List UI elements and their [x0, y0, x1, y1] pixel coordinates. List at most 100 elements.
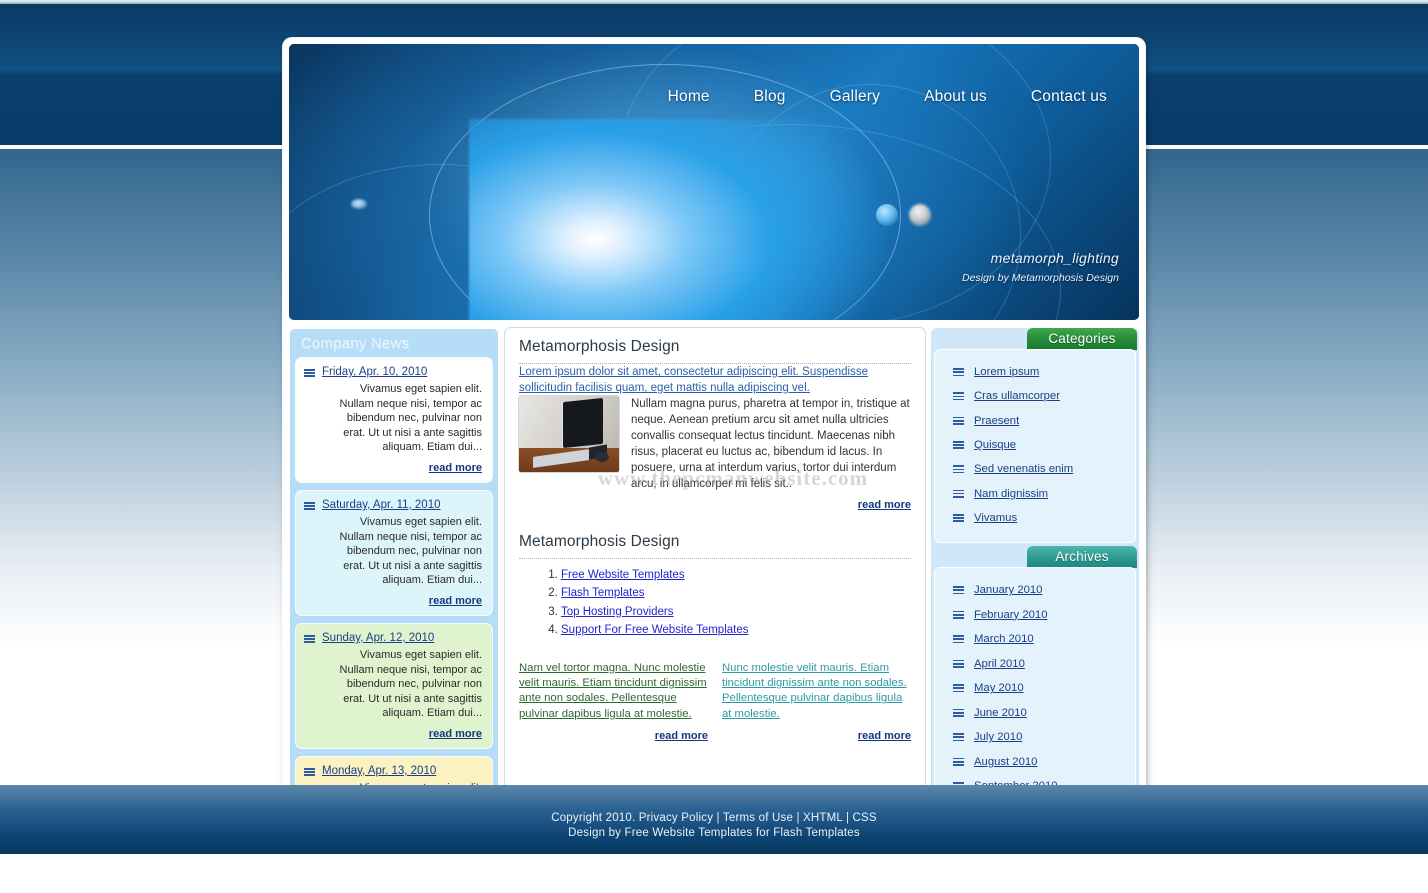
list-item[interactable]: Lorem ipsum: [935, 360, 1135, 384]
news-item[interactable]: Friday, Apr. 10, 2010 Vivamus eget sapie…: [296, 358, 492, 482]
list-item[interactable]: Free Website Templates: [561, 568, 911, 583]
news-item-body: Vivamus eget sapien elit. Nullam neque n…: [339, 515, 482, 587]
news-read-more-link[interactable]: read more: [304, 462, 482, 474]
category-link[interactable]: Quisque: [974, 439, 1016, 451]
links-block-title: Metamorphosis Design: [519, 533, 911, 559]
list-item[interactable]: Praesent: [935, 409, 1135, 433]
news-item-header: Saturday, Apr. 11, 2010: [304, 499, 482, 511]
list-bullet-icon: [953, 368, 964, 377]
category-link[interactable]: Nam dignissim: [974, 488, 1048, 500]
news-item-header: Sunday, Apr. 12, 2010: [304, 632, 482, 644]
nav-item-gallery[interactable]: Gallery: [824, 84, 887, 110]
article-title: Metamorphosis Design: [519, 338, 911, 364]
site-container: Home Blog Gallery About us Contact us me…: [283, 38, 1145, 881]
archive-link[interactable]: April 2010: [974, 658, 1025, 670]
site-footer: Copyright 2010. Privacy Policy | Terms o…: [0, 785, 1428, 854]
list-item[interactable]: Top Hosting Providers: [561, 605, 911, 620]
list-item[interactable]: Vivamus: [935, 506, 1135, 530]
resource-link[interactable]: Flash Templates: [561, 587, 645, 599]
archive-link[interactable]: May 2010: [974, 682, 1024, 694]
resource-link[interactable]: Free Website Templates: [561, 569, 685, 581]
list-item[interactable]: July 2010: [935, 725, 1135, 750]
bottom-left-read-more-link[interactable]: read more: [519, 729, 708, 744]
news-item-date[interactable]: Monday, Apr. 13, 2010: [322, 765, 436, 777]
list-bullet-icon: [953, 610, 964, 619]
header-banner: Home Blog Gallery About us Contact us me…: [289, 44, 1139, 320]
nav-link-about-us[interactable]: About us: [918, 84, 993, 110]
category-link[interactable]: Sed venenatis enim: [974, 463, 1073, 475]
nav-link-contact-us[interactable]: Contact us: [1025, 84, 1113, 110]
bottom-column-right-text: Nunc molestie velit mauris. Etiam tincid…: [722, 661, 907, 720]
news-item-date[interactable]: Sunday, Apr. 12, 2010: [322, 632, 434, 644]
news-item[interactable]: Saturday, Apr. 11, 2010 Vivamus eget sap…: [296, 490, 492, 615]
resource-link[interactable]: Support For Free Website Templates: [561, 624, 749, 636]
article-read-more-link[interactable]: read more: [519, 499, 911, 511]
list-item[interactable]: April 2010: [935, 652, 1135, 677]
main-content: Metamorphosis Design Lorem ipsum dolor s…: [505, 328, 925, 797]
list-item[interactable]: Flash Templates: [561, 586, 911, 601]
archive-link[interactable]: February 2010: [974, 609, 1047, 621]
sidebar-right: Categories Lorem ipsum Cras ullamcorper …: [931, 328, 1139, 797]
categories-heading-tab: Categories: [1027, 328, 1137, 350]
news-read-more-link[interactable]: read more: [304, 595, 482, 607]
bottom-column-right: Nunc molestie velit mauris. Etiam tincid…: [722, 661, 911, 745]
list-item[interactable]: January 2010: [935, 578, 1135, 603]
news-item[interactable]: Sunday, Apr. 12, 2010 Vivamus eget sapie…: [296, 623, 492, 748]
list-item[interactable]: Nam dignissim: [935, 481, 1135, 505]
nav-list: Home Blog Gallery About us Contact us: [289, 84, 1139, 110]
list-item[interactable]: Sed venenatis enim: [935, 457, 1135, 481]
news-item-date[interactable]: Friday, Apr. 10, 2010: [322, 366, 427, 378]
site-brand: metamorph_lighting Design by Metamorphos…: [962, 250, 1119, 284]
list-item[interactable]: Support For Free Website Templates: [561, 623, 911, 638]
nav-link-blog[interactable]: Blog: [748, 84, 792, 110]
category-link[interactable]: Praesent: [974, 415, 1019, 427]
news-read-more-link[interactable]: read more: [304, 728, 482, 740]
nav-link-home[interactable]: Home: [662, 84, 716, 110]
main-navigation[interactable]: Home Blog Gallery About us Contact us: [289, 84, 1139, 120]
list-bullet-icon: [304, 767, 315, 776]
list-bullet-icon: [953, 659, 964, 668]
categories-panel: Lorem ipsum Cras ullamcorper Praesent Qu…: [935, 350, 1135, 542]
article-lead-link[interactable]: Lorem ipsum dolor sit amet, consectetur …: [519, 366, 868, 394]
list-item[interactable]: August 2010: [935, 750, 1135, 775]
resource-link[interactable]: Top Hosting Providers: [561, 606, 674, 618]
news-item-date[interactable]: Saturday, Apr. 11, 2010: [322, 499, 441, 511]
categories-list: Lorem ipsum Cras ullamcorper Praesent Qu…: [935, 350, 1135, 530]
list-item[interactable]: May 2010: [935, 676, 1135, 701]
list-item[interactable]: March 2010: [935, 627, 1135, 652]
list-item[interactable]: June 2010: [935, 701, 1135, 726]
nav-item-blog[interactable]: Blog: [748, 84, 792, 110]
page-top-hairline: [0, 0, 1428, 4]
category-link[interactable]: Vivamus: [974, 512, 1017, 524]
content-columns: Company News Friday, Apr. 10, 2010 Vivam…: [289, 328, 1139, 881]
category-link[interactable]: Lorem ipsum: [974, 366, 1039, 378]
news-item-header: Monday, Apr. 13, 2010: [304, 765, 482, 777]
nav-link-gallery[interactable]: Gallery: [824, 84, 887, 110]
list-bullet-icon: [953, 513, 964, 522]
list-item[interactable]: Cras ullamcorper: [935, 384, 1135, 408]
archive-link[interactable]: July 2010: [974, 731, 1022, 743]
banner-orb-grey: [909, 204, 931, 226]
archives-heading-tab: Archives: [1027, 546, 1137, 568]
company-news-heading: Company News: [301, 335, 410, 352]
archive-link[interactable]: March 2010: [974, 633, 1034, 645]
banner-orb-blue: [876, 204, 898, 226]
nav-item-home[interactable]: Home: [662, 84, 716, 110]
links-block: Metamorphosis Design Free Website Templa…: [505, 523, 925, 639]
nav-item-contact-us[interactable]: Contact us: [1025, 84, 1113, 110]
category-link[interactable]: Cras ullamcorper: [974, 390, 1060, 402]
archive-link[interactable]: January 2010: [974, 584, 1042, 596]
nav-item-about-us[interactable]: About us: [918, 84, 993, 110]
article-row: Nullam magna purus, pharetra at tempor i…: [519, 396, 911, 492]
list-bullet-icon: [953, 708, 964, 717]
list-item[interactable]: February 2010: [935, 603, 1135, 628]
article-block: Metamorphosis Design Lorem ipsum dolor s…: [505, 328, 925, 511]
list-bullet-icon: [953, 757, 964, 766]
archive-link[interactable]: June 2010: [974, 707, 1027, 719]
list-bullet-icon: [953, 586, 964, 595]
list-bullet-icon: [953, 416, 964, 425]
archive-link[interactable]: August 2010: [974, 756, 1037, 768]
list-item[interactable]: Quisque: [935, 433, 1135, 457]
bottom-right-read-more-link[interactable]: read more: [722, 729, 911, 744]
list-bullet-icon: [953, 465, 964, 474]
